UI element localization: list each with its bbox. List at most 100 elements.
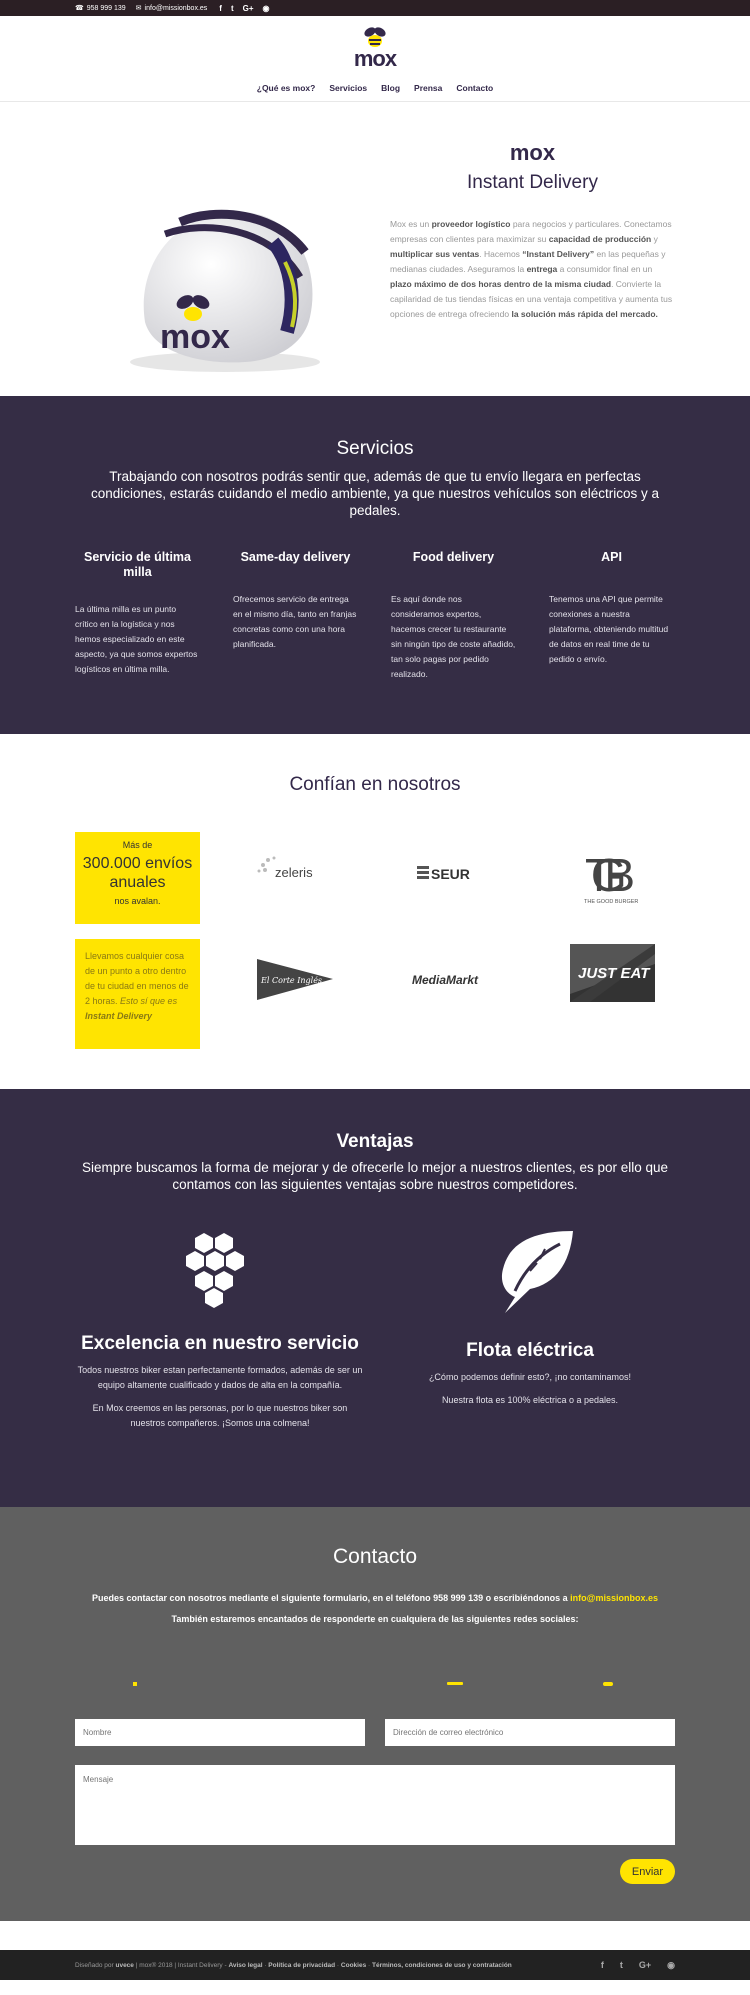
intro-highlight: proveedor logístico — [431, 219, 511, 229]
send-button[interactable]: Enviar — [620, 1859, 675, 1884]
social-icons-strip — [133, 1682, 613, 1686]
twitter-icon[interactable]: t — [231, 4, 234, 13]
footer-designer-link[interactable]: uvece — [115, 1962, 133, 1969]
servicios-grid: Servicio de última milla La última milla… — [75, 550, 675, 682]
bee-logo-icon — [364, 27, 386, 47]
intro-title: mox — [509, 140, 556, 165]
facebook-icon[interactable]: f — [219, 4, 222, 13]
phone-icon: ☎ — [75, 5, 84, 12]
clients-section: Confían en nosotros Más de 300.000 envío… — [0, 734, 750, 1089]
service-title: API — [601, 550, 622, 564]
mediamarkt-logo: MediaMarkt — [410, 964, 495, 994]
stat-suffix: nos avalan. — [114, 896, 161, 906]
service-text: Ofrecemos servicio de entrega en el mism… — [233, 594, 357, 649]
nav-item-prensa[interactable]: Prensa — [414, 83, 442, 93]
promo-italic: Esto sí que es — [120, 996, 178, 1006]
site-header: mox ¿Qué es mox? Servicios Blog Prensa C… — [0, 16, 750, 102]
advantage-flota: Flota eléctrica ¿Cómo podemos definir es… — [385, 1229, 675, 1408]
advantage-text: Nuestra flota es 100% eléctrica o a peda… — [441, 1395, 619, 1405]
service-title: Food delivery — [412, 550, 495, 564]
footer-social: f t G+ ◉ — [601, 1960, 675, 1971]
service-text: Es aquí donde nos consideramos expertos,… — [391, 594, 516, 679]
helmet-image: mox — [130, 209, 320, 372]
contacto-line: Puedes contactar con nosotros mediante e… — [92, 1593, 571, 1603]
google-plus-icon[interactable]: G+ — [639, 1960, 651, 1971]
email-contact[interactable]: ✉ info@missionbox.es — [135, 4, 208, 13]
ventajas-subtitle: Siempre buscamos la forma de mejorar y d… — [81, 1160, 669, 1192]
servicios-title: Servicios — [336, 438, 414, 459]
zeleris-logo: zeleris — [255, 849, 335, 889]
advantage-text: En Mox creemos en las personas, por lo q… — [92, 1403, 348, 1428]
service-card: API Tenemos una API que permite conexion… — [549, 550, 674, 682]
footer-link-privacidad[interactable]: Política de privacidad — [268, 1962, 335, 1969]
just-eat-logo: JUST EAT — [570, 944, 655, 1002]
twitter-icon[interactable]: t — [620, 1960, 623, 1971]
el-corte-ingles-logo: El Corte Inglés — [255, 957, 335, 1002]
footer-link-terminos[interactable]: Términos, condiciones de uso y contratac… — [372, 1962, 512, 1969]
stat-value: 300.000 envíos anuales — [82, 855, 193, 891]
contacto-social-text: También estaremos encantados de responde… — [171, 1614, 579, 1624]
footer-copy: | mox® 2018 | Instant Delivery - — [133, 1961, 229, 1969]
phone-contact[interactable]: ☎ 958 999 139 — [75, 4, 126, 13]
advantage-title: Excelencia en nuestro servicio — [81, 1333, 359, 1354]
electric-leaf-icon — [501, 1231, 573, 1313]
footer-designed-by: Diseñado por — [75, 1961, 116, 1969]
tgb-sub: THE GOOD BURGER — [584, 899, 638, 905]
footer-link-aviso-legal[interactable]: Aviso legal — [228, 1962, 262, 1969]
intro-subtitle: Instant Delivery — [467, 172, 598, 193]
topbar-social: f t G+ ◉ — [219, 4, 269, 13]
ventajas-section: Ventajas Siempre buscamos la forma de me… — [0, 1089, 750, 1507]
tgb-text: TGB — [585, 849, 635, 901]
contacto-email-link[interactable]: info@missionbox.es — [570, 1593, 658, 1603]
footer-link-cookies[interactable]: Cookies — [341, 1962, 366, 1969]
seur-text: SEUR — [431, 866, 470, 882]
intro-paragraph: Mox es un proveedor logístico para negoc… — [390, 217, 675, 322]
helmet-brand-text: mox — [160, 318, 230, 356]
clients-title: Confían en nosotros — [289, 774, 461, 795]
contacto-section: Contacto Puedes contactar con nosotros m… — [0, 1507, 750, 1921]
nav-item-que-es-mox[interactable]: ¿Qué es mox? — [257, 83, 316, 93]
intro-highlight: entrega — [526, 264, 558, 274]
seur-logo: SEUR — [415, 859, 490, 884]
contacto-text: Puedes contactar con nosotros mediante e… — [0, 1593, 750, 1603]
email-field[interactable] — [385, 1719, 675, 1746]
stat-prefix: Más de — [122, 840, 153, 850]
nav-item-contacto[interactable]: Contacto — [456, 83, 493, 93]
honeycomb-icon — [186, 1233, 244, 1308]
service-text: La última milla es un punto crítico en l… — [75, 604, 198, 674]
footer-credits: Diseñado por uvece | mox® 2018 | Instant… — [75, 1961, 512, 1969]
mediamarkt-text: MediaMarkt — [412, 973, 479, 987]
promo-box: Llevamos cualquier cosa de un punto a ot… — [75, 939, 200, 1049]
advantage-title: Flota eléctrica — [466, 1340, 594, 1361]
phone-number: 958 999 139 — [86, 4, 126, 12]
mail-icon: ✉ — [135, 5, 142, 12]
logo-text: mox — [353, 46, 397, 71]
servicios-subtitle: Trabajando con nosotros podrás sentir qu… — [90, 469, 660, 518]
ventajas-title: Ventajas — [336, 1131, 414, 1152]
promo-bold: Instant Delivery — [85, 1011, 153, 1021]
intro-text: Mox es un — [390, 219, 432, 229]
corte-text: El Corte Inglés — [260, 976, 322, 985]
nav-item-blog[interactable]: Blog — [381, 83, 400, 93]
intro-highlight: la solución más rápida del mercado. — [511, 309, 658, 319]
nav-item-servicios[interactable]: Servicios — [329, 83, 367, 93]
service-card: Food delivery Es aquí donde nos consider… — [391, 550, 516, 682]
intro-text: a consumidor final en un — [557, 264, 653, 274]
rss-icon[interactable]: ◉ — [263, 4, 270, 13]
site-logo[interactable]: mox — [350, 26, 400, 71]
advantage-excelencia: Excelencia en nuestro servicio Todos nue… — [75, 1229, 365, 1431]
google-plus-icon[interactable]: G+ — [243, 4, 254, 13]
just-eat-text: JUST EAT — [578, 965, 651, 982]
facebook-icon[interactable]: f — [601, 1960, 604, 1971]
message-field[interactable] — [75, 1765, 675, 1845]
name-field[interactable] — [75, 1719, 365, 1746]
zeleris-text: zeleris — [275, 865, 313, 880]
intro-highlight: “Instant Delivery” — [522, 249, 595, 259]
service-text: Tenemos una API que permite conexiones a… — [549, 594, 669, 664]
advantage-text: Todos nuestros biker estan perfectamente… — [77, 1365, 363, 1390]
footer-spacer — [0, 1921, 750, 1950]
service-card: Same-day delivery Ofrecemos servicio de … — [233, 550, 358, 682]
rss-icon[interactable]: ◉ — [667, 1960, 675, 1971]
service-title: Servicio de última milla — [84, 550, 191, 579]
intro-highlight: multiplicar sus ventas — [390, 249, 480, 259]
